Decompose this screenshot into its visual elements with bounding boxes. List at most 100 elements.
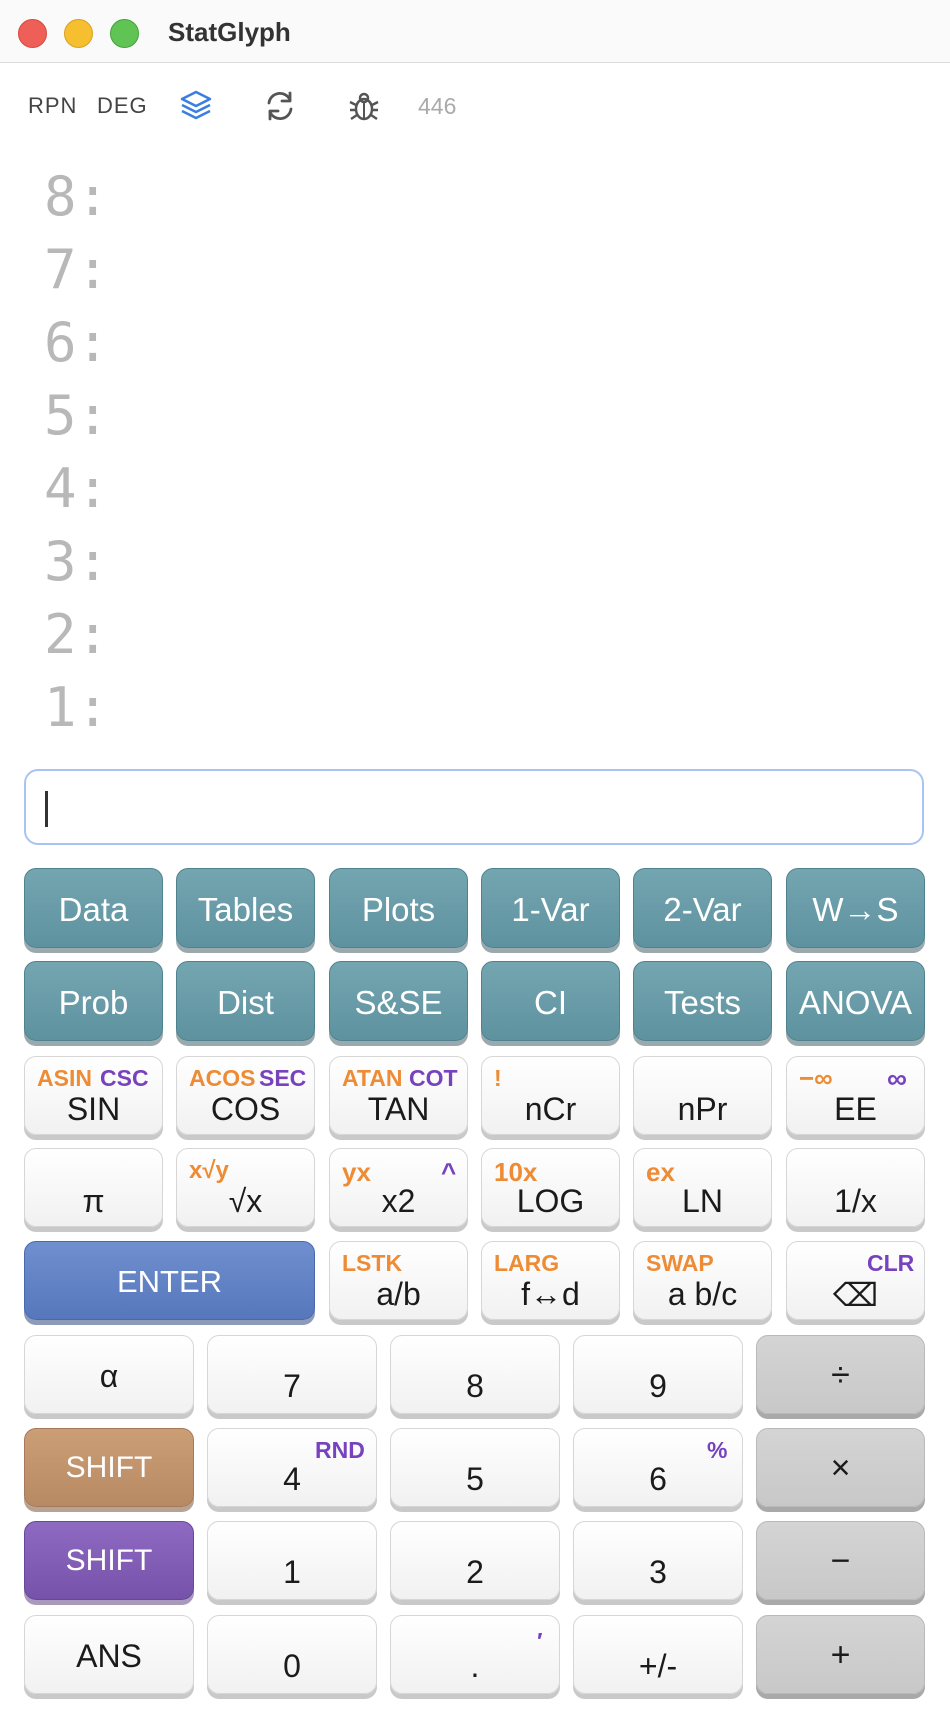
digit-7-key[interactable]: 7: [207, 1335, 377, 1414]
key-label: ENTER: [116, 1264, 223, 1299]
key-label: a/b: [376, 1276, 421, 1312]
digit-8-key[interactable]: 8: [390, 1335, 560, 1414]
digit-2-key[interactable]: 2: [390, 1521, 560, 1600]
prob-menu-button[interactable]: Prob: [24, 961, 163, 1041]
s-se-menu-button[interactable]: S&SE: [329, 961, 468, 1041]
stack-label: 6:: [44, 311, 110, 374]
atan-shift-label: ATAN: [342, 1065, 403, 1091]
fraction-decimal-key[interactable]: LARG f↔d: [481, 1241, 620, 1320]
enter-key[interactable]: ENTER: [24, 1241, 315, 1320]
key-label: 8: [466, 1368, 484, 1404]
digit-4-key[interactable]: RND 4: [207, 1428, 377, 1507]
key-label: 1: [283, 1554, 301, 1590]
key-label: Prob: [58, 984, 129, 1021]
key-label: 2: [466, 1554, 484, 1590]
swap-shift-label: SWAP: [646, 1250, 714, 1276]
stack-label: 8:: [44, 165, 110, 228]
digit-3-key[interactable]: 3: [573, 1521, 743, 1600]
square-key[interactable]: yx ^ x2: [329, 1148, 468, 1227]
key-label: Tests: [663, 984, 742, 1021]
data-menu-button[interactable]: Data: [24, 868, 163, 948]
ee-key[interactable]: −∞ ∞ EE: [786, 1056, 925, 1135]
key-label: .: [470, 1648, 480, 1684]
decimal-point-key[interactable]: ′ .: [390, 1615, 560, 1694]
shift-orange-key[interactable]: SHIFT: [24, 1428, 194, 1507]
key-label: 2-Var: [663, 891, 742, 928]
subtract-key[interactable]: −: [756, 1521, 925, 1600]
backspace-key[interactable]: CLR ⌫: [786, 1241, 925, 1320]
negate-key[interactable]: +/-: [573, 1615, 743, 1694]
npr-key[interactable]: nPr: [633, 1056, 772, 1135]
mixed-fraction-key[interactable]: SWAP a b/c: [633, 1241, 772, 1320]
sin-key[interactable]: ASIN CSC SIN: [24, 1056, 163, 1135]
key-label: 6: [649, 1461, 667, 1497]
fraction-key[interactable]: LSTK a/b: [329, 1241, 468, 1320]
log-key[interactable]: 10x LOG: [481, 1148, 620, 1227]
digit-5-key[interactable]: 5: [390, 1428, 560, 1507]
reciprocal-key[interactable]: 1/x: [786, 1148, 925, 1227]
mode-toggle[interactable]: RPN: [28, 93, 77, 119]
plots-menu-button[interactable]: Plots: [329, 868, 468, 948]
key-label: ×: [830, 1449, 851, 1487]
stack-label: 3:: [44, 530, 110, 593]
cos-key[interactable]: ACOS SEC COS: [176, 1056, 315, 1135]
ci-menu-button[interactable]: CI: [481, 961, 620, 1041]
multiply-key[interactable]: ×: [756, 1428, 925, 1507]
key-label: 3: [649, 1554, 667, 1590]
stack-display: 8: 7: 6: 5: 4: 3: 2: 1:: [44, 160, 109, 744]
key-label: 9: [649, 1368, 667, 1404]
two-var-menu-button[interactable]: 2-Var: [633, 868, 772, 948]
key-label: 4: [283, 1461, 301, 1497]
factorial-shift-label: !: [494, 1065, 502, 1091]
neg-infinity-shift-label: −∞: [799, 1063, 833, 1093]
lstk-shift-label: LSTK: [342, 1250, 403, 1276]
close-window-button[interactable]: [18, 19, 47, 48]
layers-icon[interactable]: [178, 88, 214, 124]
text-caret: [45, 791, 48, 827]
sqrt-key[interactable]: x√y √x: [176, 1148, 315, 1227]
add-key[interactable]: +: [756, 1615, 925, 1694]
digit-1-key[interactable]: 1: [207, 1521, 377, 1600]
digit-0-key[interactable]: 0: [207, 1615, 377, 1694]
history-count: 446: [418, 93, 457, 119]
tan-key[interactable]: ATAN COT TAN: [329, 1056, 468, 1135]
minimize-window-button[interactable]: [64, 19, 93, 48]
asin-shift-label: ASIN: [37, 1065, 92, 1091]
zoom-window-button[interactable]: [110, 19, 139, 48]
title-bar: StatGlyph: [0, 0, 950, 63]
key-label: SHIFT: [65, 1451, 153, 1484]
shift-purple-key[interactable]: SHIFT: [24, 1521, 194, 1600]
one-var-menu-button[interactable]: 1-Var: [481, 868, 620, 948]
ncr-key[interactable]: ! nCr: [481, 1056, 620, 1135]
key-label: 0: [283, 1648, 301, 1684]
key-label: nPr: [677, 1091, 728, 1127]
refresh-icon[interactable]: [262, 88, 298, 124]
digit-9-key[interactable]: 9: [573, 1335, 743, 1414]
ans-key[interactable]: ANS: [24, 1615, 194, 1694]
larg-shift-label: LARG: [494, 1250, 560, 1276]
dist-menu-button[interactable]: Dist: [176, 961, 315, 1041]
angle-toggle[interactable]: DEG: [97, 93, 148, 119]
key-label: 7: [283, 1368, 301, 1404]
digit-6-key[interactable]: % 6: [573, 1428, 743, 1507]
key-label: CI: [534, 984, 567, 1021]
key-label: ÷: [831, 1356, 850, 1394]
tables-menu-button[interactable]: Tables: [176, 868, 315, 948]
clr-shift-label: CLR: [867, 1250, 915, 1276]
bug-icon[interactable]: [346, 88, 382, 124]
sec-shift-label: SEC: [259, 1065, 307, 1091]
w-to-s-menu-button[interactable]: W→S: [786, 868, 925, 948]
tests-menu-button[interactable]: Tests: [633, 961, 772, 1041]
entry-field[interactable]: [24, 769, 924, 845]
ln-key[interactable]: ex LN: [633, 1148, 772, 1227]
key-label: f↔d: [521, 1276, 580, 1312]
anova-menu-button[interactable]: ANOVA: [786, 961, 925, 1041]
key-label: LOG: [516, 1183, 585, 1219]
key-label: S&SE: [354, 984, 443, 1021]
divide-key[interactable]: ÷: [756, 1335, 925, 1414]
alpha-key[interactable]: α: [24, 1335, 194, 1414]
key-label: COS: [210, 1091, 281, 1127]
pi-key[interactable]: π: [24, 1148, 163, 1227]
key-label: −: [830, 1542, 851, 1580]
key-label: α: [99, 1358, 119, 1394]
